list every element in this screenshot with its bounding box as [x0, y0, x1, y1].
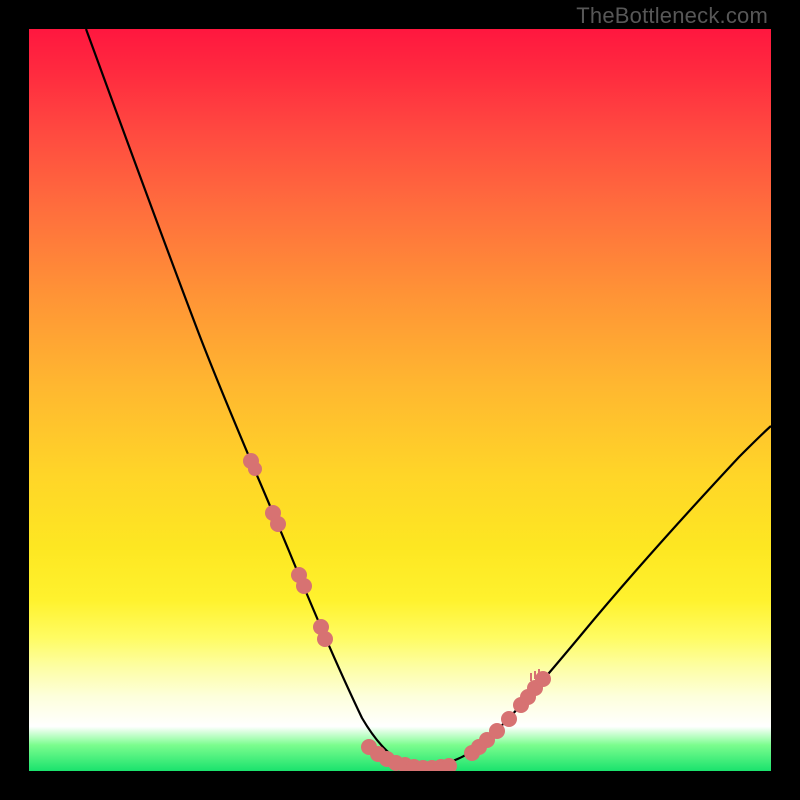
bottom-marker-cluster — [361, 739, 457, 771]
plot-area — [29, 29, 771, 771]
right-marker-cluster — [464, 669, 551, 761]
main-curve — [86, 29, 771, 768]
outer-frame: TheBottleneck.com — [0, 0, 800, 800]
chart-svg — [29, 29, 771, 771]
watermark-text: TheBottleneck.com — [576, 3, 768, 29]
